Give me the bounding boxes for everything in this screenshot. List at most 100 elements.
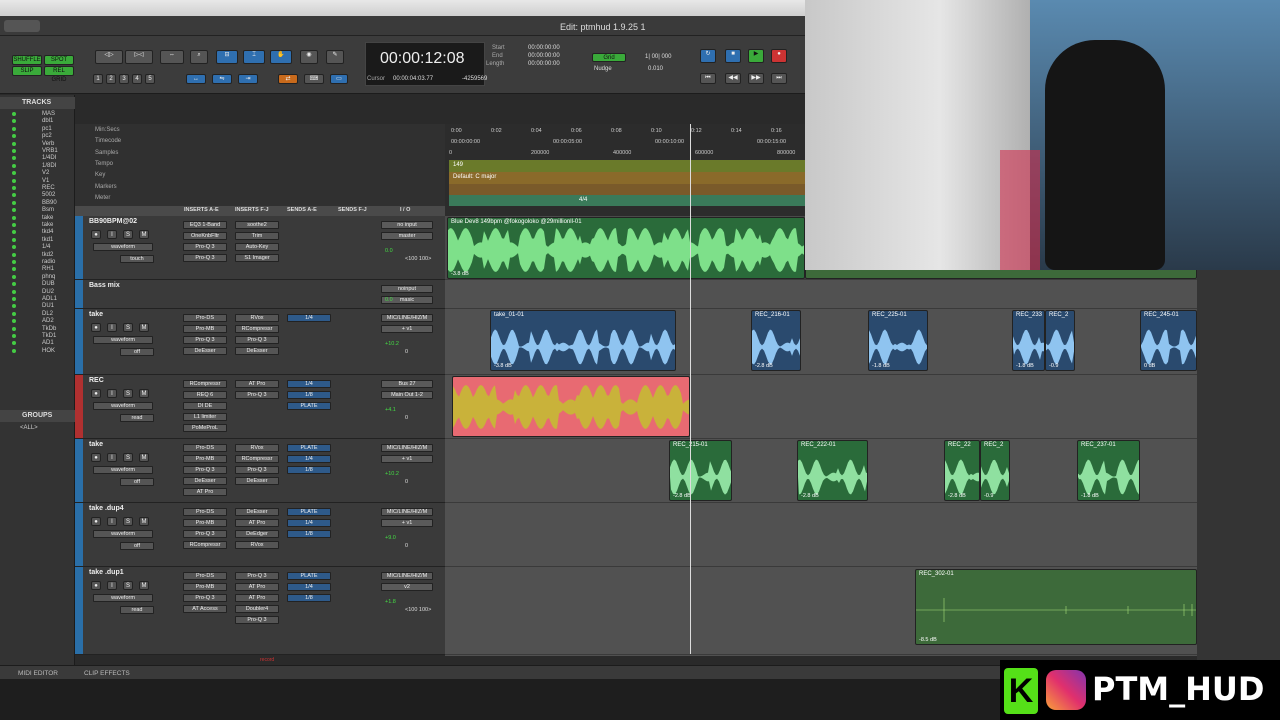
track-list-item[interactable]: pc1	[42, 126, 52, 132]
track-visibility-icon[interactable]	[12, 171, 16, 176]
send-slot[interactable]: 1/8	[287, 530, 331, 538]
io-selector[interactable]: Bus 27	[381, 380, 433, 388]
insert-slot-fj[interactable]: Doubler4	[235, 605, 279, 613]
solo-button[interactable]: S	[123, 323, 133, 332]
send-slot[interactable]: 1/8	[287, 391, 331, 399]
insert-slot-fj[interactable]: RVox	[235, 444, 279, 452]
volume-value[interactable]: +4.1	[385, 407, 396, 413]
insert-slot-ae[interactable]: Pro-Q 3	[183, 594, 227, 602]
insert-slot-fj[interactable]: DeEsser	[235, 477, 279, 485]
track-visibility-icon[interactable]	[12, 112, 16, 116]
send-slot[interactable]: 1/4	[287, 583, 331, 591]
track-view-selector[interactable]: waveform	[93, 466, 153, 474]
grid-toggle[interactable]: Grid	[592, 53, 626, 62]
mute-button[interactable]: M	[139, 581, 149, 590]
track-list-item[interactable]: tkd4	[42, 229, 53, 235]
track-visibility-icon[interactable]	[12, 311, 16, 316]
track-visibility-icon[interactable]	[12, 156, 16, 161]
track-view-selector[interactable]: waveform	[93, 594, 153, 602]
track-list-item[interactable]: 5002	[42, 192, 55, 198]
track-list-item[interactable]: ADL1	[42, 296, 57, 302]
track-visibility-icon[interactable]	[12, 326, 16, 331]
mute-button[interactable]: M	[139, 453, 149, 462]
pan-value[interactable]: 0	[405, 543, 408, 549]
track-name[interactable]: take .dup1	[89, 569, 124, 576]
clip-recording[interactable]	[452, 376, 690, 437]
trim-tool-icon[interactable]: ⊟	[216, 50, 238, 64]
insert-slot-ae[interactable]: EQ3 1-Band	[183, 221, 227, 229]
ruler-meter-label[interactable]: Meter	[95, 195, 110, 201]
mute-button[interactable]: M	[139, 323, 149, 332]
volume-value[interactable]: 0.0	[385, 248, 393, 254]
insert-slot-ae[interactable]: Pro-MB	[183, 583, 227, 591]
solo-button[interactable]: S	[123, 581, 133, 590]
track-visibility-icon[interactable]	[12, 178, 16, 183]
insert-slot-ae[interactable]: AT Access	[183, 605, 227, 613]
link-timeline-icon[interactable]: ⇋	[212, 74, 232, 84]
insert-slot-fj[interactable]: soothe2	[235, 221, 279, 229]
insert-slot-fj[interactable]: AT Pro	[235, 594, 279, 602]
pan-value[interactable]: 0	[405, 349, 408, 355]
track-list-item[interactable]: take	[42, 222, 53, 228]
solo-button[interactable]: S	[123, 389, 133, 398]
track-visibility-icon[interactable]	[12, 348, 16, 353]
send-slot[interactable]: 1/4	[287, 314, 331, 322]
track-visibility-icon[interactable]	[12, 200, 16, 205]
io-selector[interactable]: MIC/LINE/HIZ/M	[381, 572, 433, 580]
selection-end[interactable]: 00:00:00:00	[528, 53, 560, 59]
track-visibility-icon[interactable]	[12, 126, 16, 131]
insert-slot-ae[interactable]: Pro-DS	[183, 572, 227, 580]
send-slot[interactable]: 1/8	[287, 594, 331, 602]
insert-slot-ae[interactable]: Pro-Q 3	[183, 530, 227, 538]
track-view-selector[interactable]: waveform	[93, 336, 153, 344]
solo-button[interactable]: S	[123, 453, 133, 462]
clip-beat[interactable]: Blue Dev8 149bpm @fokogoloko @29millionl…	[447, 217, 805, 279]
mixer-track-row[interactable]: take ● I S Mwaveform off Pro-DS Pro-MB Pro-Q 3 De…	[75, 439, 445, 503]
audio-clip[interactable]: REC_222-01 -2.8 dB	[797, 440, 868, 501]
insert-slot-fj[interactable]: RVox	[235, 541, 279, 549]
pencil-tool-icon[interactable]: ✎	[326, 50, 344, 64]
insert-slot-ae[interactable]: Pro-DS	[183, 508, 227, 516]
io-selector[interactable]: + v1	[381, 455, 433, 463]
track-visibility-icon[interactable]	[12, 223, 16, 227]
record-icon[interactable]: ●	[771, 49, 787, 63]
insert-slot-ae[interactable]: AT Pro	[183, 488, 227, 496]
track-visibility-icon[interactable]	[12, 341, 16, 346]
insert-slot-fj[interactable]: DeEsser	[235, 347, 279, 355]
tempo-ruler[interactable]: 149	[449, 160, 805, 172]
io-selector[interactable]: + v1	[381, 325, 433, 333]
insert-slot-fj[interactable]: AT Pro	[235, 519, 279, 527]
input-monitor-button[interactable]: I	[107, 517, 117, 526]
insert-slot-fj[interactable]: RCompressr	[235, 455, 279, 463]
audio-clip[interactable]: REC_245-01 0 dB	[1140, 310, 1197, 371]
insert-slot-fj[interactable]: Pro-Q 3	[235, 336, 279, 344]
pan-value[interactable]: 0	[405, 479, 408, 485]
track-list-item[interactable]: DU1	[42, 303, 54, 309]
grid-value[interactable]: 1| 00| 000	[645, 54, 671, 60]
solo-button[interactable]: S	[123, 230, 133, 239]
track-list-item[interactable]: V2	[42, 170, 49, 176]
io-selector[interactable]: MIC/LINE/HIZ/M	[381, 314, 433, 322]
track-name[interactable]: Bass mix	[89, 282, 120, 289]
solo-button[interactable]: S	[123, 517, 133, 526]
track-view-selector[interactable]: waveform	[93, 402, 153, 410]
send-slot[interactable]: 1/4	[287, 519, 331, 527]
insert-slot-fj[interactable]: Pro-Q 3	[235, 616, 279, 624]
track-visibility-icon[interactable]	[12, 260, 16, 264]
send-slot[interactable]: PLATE	[287, 444, 331, 452]
loop-icon[interactable]: ↻	[700, 49, 716, 63]
insert-slot-fj[interactable]: AT Pro	[235, 583, 279, 591]
sidebar-toggle-button[interactable]	[4, 20, 40, 32]
midi-editor-tab[interactable]: MIDI EDITOR	[18, 670, 58, 677]
track-name[interactable]: REC	[89, 377, 104, 384]
track-name[interactable]: take	[89, 441, 103, 448]
volume-value[interactable]: +9.0	[385, 535, 396, 541]
track-list-item[interactable]: phnq	[42, 274, 55, 280]
lane-take-dup4[interactable]	[445, 503, 1197, 567]
send-slot[interactable]: 1/8	[287, 466, 331, 474]
track-visibility-icon[interactable]	[12, 252, 16, 257]
track-list-item[interactable]: 1/4DI	[42, 155, 56, 161]
track-list-item[interactable]: RH1	[42, 266, 54, 272]
insert-slot-fj[interactable]: Pro-Q 3	[235, 391, 279, 399]
input-monitor-button[interactable]: I	[107, 389, 117, 398]
